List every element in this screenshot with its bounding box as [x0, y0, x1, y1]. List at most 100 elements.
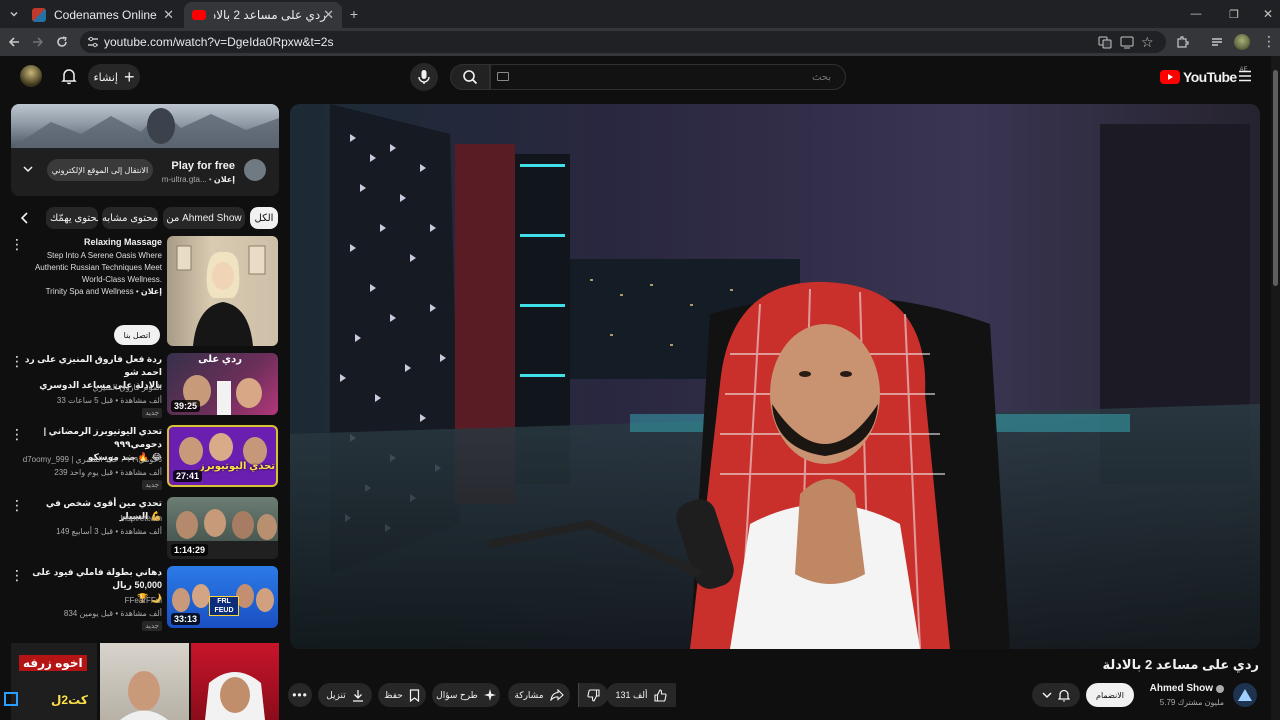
chevron-down-icon	[1042, 692, 1052, 699]
video-title-line: تحدي اليوتيوبرز الرمضاني | دحومي٩٩٩	[43, 426, 162, 449]
more-options-icon[interactable]: ⋮	[10, 568, 24, 582]
duration-badge: 39:25	[171, 400, 201, 412]
contact-us-button[interactable]: اتصل بنا	[114, 325, 160, 345]
more-options-icon[interactable]: ⋮	[10, 237, 24, 251]
reload-icon[interactable]	[50, 28, 74, 56]
video-channel[interactable]: d7oomy_999 | دحومي٩٩٩ ، عايد الشمري	[23, 455, 162, 464]
mini-player-icon[interactable]	[4, 692, 18, 706]
advertiser-avatar	[244, 159, 266, 181]
profile-avatar[interactable]	[1234, 34, 1250, 50]
video-thumbnail[interactable]: ردي على 39:25	[167, 353, 278, 415]
tab-youtube[interactable]: ردي على مساعد 2 بالادلة - YouTube ✕	[184, 2, 342, 28]
share-button[interactable]: مشاركة	[508, 683, 570, 707]
sponsored-advertiser: Trinity Spa and Wellness	[45, 287, 134, 296]
chip-related[interactable]: محتوى مشابه	[102, 207, 158, 229]
video-player[interactable]	[290, 104, 1260, 649]
video-channel[interactable]: المؤثر فاروق المنيزي	[93, 383, 163, 392]
translate-icon[interactable]	[1098, 35, 1112, 49]
video-thumbnail[interactable]	[100, 643, 189, 720]
video-meta: 239 ألف مشاهدة • قبل يوم واحد	[54, 468, 162, 477]
video-frame	[290, 104, 1260, 649]
duration-badge: 1:14:29	[171, 544, 209, 556]
more-options-icon[interactable]: ⋮	[10, 498, 24, 512]
thumbnail-text: اخوه زرفه	[19, 655, 87, 671]
create-label: إنشاء	[93, 71, 118, 84]
reading-list-icon[interactable]	[1210, 35, 1224, 49]
back-icon[interactable]	[2, 28, 26, 56]
close-tab-icon[interactable]: ✕	[323, 7, 334, 23]
chevron-down-icon[interactable]	[23, 164, 33, 174]
keyboard-icon[interactable]	[497, 72, 509, 81]
voice-search-button[interactable]	[410, 63, 438, 91]
youtube-favicon-icon	[192, 10, 206, 20]
chip-recommended[interactable]: محتوى يهمّك	[46, 207, 98, 229]
tab-codenames[interactable]: Codenames Online ✕	[24, 2, 182, 28]
sponsored-ad-label: إعلان	[140, 287, 162, 296]
youtube-logo[interactable]: YouTube AE	[1160, 67, 1248, 85]
bell-icon	[1058, 689, 1070, 702]
site-info-icon[interactable]	[86, 35, 100, 49]
more-options-icon[interactable]: ⋮	[10, 427, 24, 441]
sponsored-desc-3: World-Class Wellness.	[81, 275, 162, 284]
subscribed-button[interactable]	[1032, 683, 1080, 707]
tab-search-icon[interactable]	[2, 0, 26, 28]
save-button[interactable]: حفظ	[378, 683, 426, 707]
video-title-line: ردة فعل فاروق المنيزي على رد احمد شو	[24, 354, 162, 377]
microphone-icon	[418, 70, 430, 84]
visit-site-button[interactable]: الانتقال إلى الموقع الإلكتروني	[47, 159, 153, 181]
video-channel[interactable]: FFearFFul	[125, 596, 162, 605]
youtube-play-icon	[1160, 70, 1180, 84]
channel-avatar[interactable]	[1233, 683, 1257, 707]
minimize-icon[interactable]: —	[1184, 0, 1208, 28]
more-actions-button[interactable]: •••	[288, 683, 312, 707]
ask-button[interactable]: طرح سؤال	[432, 683, 500, 707]
download-button[interactable]: تنزيل	[318, 683, 372, 707]
video-thumbnail[interactable]: 1:14:29	[167, 497, 278, 559]
dislike-button[interactable]	[578, 683, 608, 707]
close-window-icon[interactable]: ✕	[1256, 0, 1280, 28]
new-tab-icon[interactable]: +	[342, 0, 366, 28]
duration-badge: 27:41	[173, 470, 203, 482]
thumbs-up-icon	[653, 688, 667, 702]
channel-name[interactable]: Ahmed Show	[1150, 683, 1224, 694]
scrollbar-thumb[interactable]	[1273, 70, 1278, 286]
forward-icon[interactable]	[26, 28, 50, 56]
browser-menu-icon[interactable]: ⋮	[1262, 33, 1276, 50]
share-label: مشاركة	[514, 689, 544, 700]
create-button[interactable]: إنشاء +	[88, 64, 140, 90]
ad-card[interactable]: Play for free m-ultra.gta... • إعلان الا…	[11, 104, 279, 196]
save-label: حفظ	[384, 689, 403, 700]
extensions-icon[interactable]	[1175, 35, 1189, 49]
video-thumbnail[interactable]	[191, 643, 279, 720]
video-thumbnail[interactable]: FRL FEUD 33:13	[167, 566, 278, 628]
tab-title: Codenames Online	[54, 8, 157, 22]
cast-icon[interactable]	[1120, 35, 1134, 49]
video-meta: 149 ألف مشاهدة • قبل 3 أسابيع	[56, 527, 162, 536]
notifications-icon[interactable]	[60, 67, 78, 85]
guide-menu-icon[interactable]	[1238, 70, 1252, 82]
more-options-icon[interactable]: ⋮	[10, 354, 24, 368]
plus-icon: +	[123, 67, 135, 87]
chip-all[interactable]: الكل	[250, 207, 278, 229]
search-button[interactable]	[450, 64, 490, 90]
new-badge: جديد	[142, 408, 162, 418]
codenames-favicon-icon	[32, 8, 46, 22]
search-input[interactable]	[490, 64, 846, 90]
thumbs-down-icon	[587, 688, 600, 702]
like-count: 131 ألف	[615, 689, 648, 700]
video-thumbnail[interactable]: اخوه زرفه كت2ل	[11, 643, 97, 720]
user-avatar[interactable]	[20, 65, 42, 87]
video-thumbnail[interactable]: تحدي اليوتيوبرز 27:41	[167, 425, 278, 487]
sponsored-thumbnail[interactable]	[167, 236, 278, 346]
close-tab-icon[interactable]: ✕	[163, 7, 174, 23]
join-button[interactable]: الانضمام	[1086, 683, 1134, 707]
video-channel[interactable]: Inspireteam	[120, 514, 162, 523]
chevron-left-icon[interactable]	[20, 212, 30, 224]
like-button[interactable]: 131 ألف	[606, 683, 676, 707]
bookmark-star-icon[interactable]: ☆	[1141, 34, 1154, 51]
maximize-icon[interactable]: ❐	[1222, 0, 1246, 28]
sponsored-title[interactable]: Relaxing Massage	[84, 237, 162, 247]
sponsored-desc-1: Step Into A Serene Oasis Where	[46, 251, 162, 260]
page-scrollbar[interactable]	[1271, 56, 1280, 720]
chip-from-channel[interactable]: من Ahmed Show	[163, 207, 245, 229]
